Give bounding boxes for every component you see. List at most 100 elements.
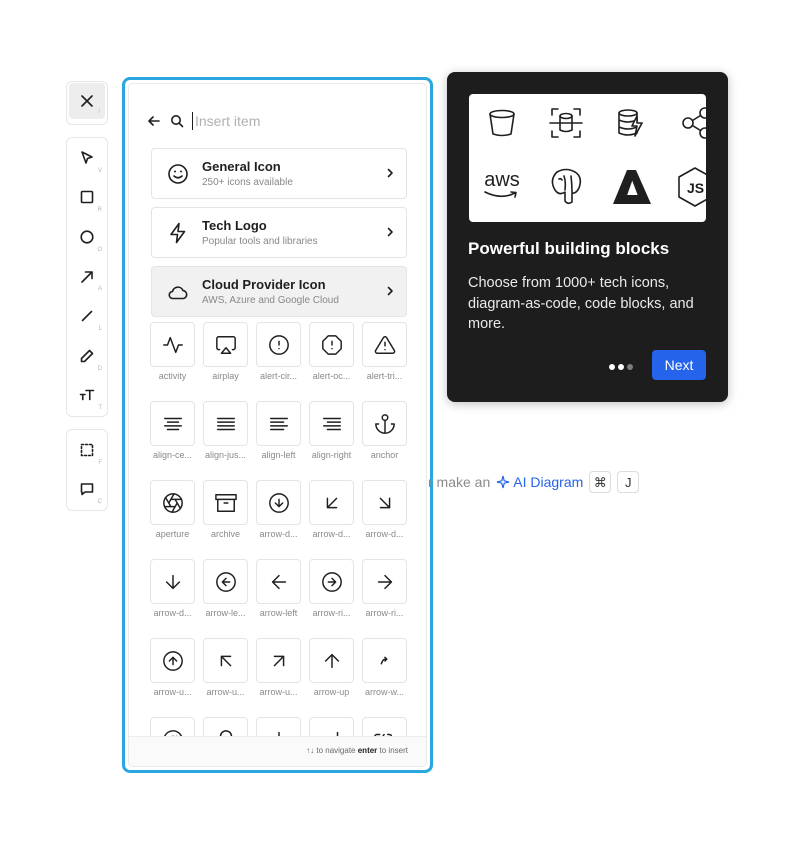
circle-icon [80,230,94,244]
icon-tile[interactable] [203,401,248,446]
arrow-left-circle-icon [215,571,236,592]
icon-tile[interactable] [309,322,354,367]
icon-grid-item[interactable]: alert-tri... [362,322,407,381]
chevron-right-icon [387,168,393,178]
comment-tool-button[interactable]: C [67,470,107,510]
icon-tile[interactable] [203,480,248,525]
icon-tile[interactable] [150,480,195,525]
category-general-icon[interactable]: General Icon 250+ icons available [151,148,407,199]
ellipse-tool-button[interactable]: O [67,217,107,257]
onboarding-title: Powerful building blocks [468,239,670,258]
icon-tile[interactable] [203,559,248,604]
line-tool-button[interactable]: L [67,296,107,336]
icon-label: alert-cir... [259,371,297,381]
icon-tile[interactable] [362,322,407,367]
chevron-right-icon [387,227,393,237]
text-icon [79,390,95,401]
icon-grid-item[interactable]: arrow-u... [150,638,195,697]
icon-tile[interactable] [150,638,195,683]
icon-tile[interactable] [309,559,354,604]
icon-tile[interactable] [256,638,301,683]
icon-tile[interactable] [203,322,248,367]
bucket-icon [489,109,515,137]
category-cloud-provider-icon[interactable]: Cloud Provider Icon AWS, Azure and Googl… [151,266,407,317]
icon-grid-item[interactable]: arrow-up [309,638,354,697]
icon-grid-item[interactable]: arrow-ri... [309,559,354,618]
back-arrow-icon[interactable] [147,114,161,128]
rectangle-tool-button[interactable]: R [67,178,107,218]
icon-label: alert-oc... [312,371,351,381]
category-title: Tech Logo [202,218,267,233]
sparkle-icon [497,475,510,489]
close-icon [81,95,93,107]
icon-tile[interactable] [362,401,407,446]
icon-grid-item[interactable]: anchor [362,401,407,460]
toolbar-close-group: / [66,81,108,125]
text-tool-button[interactable]: T [67,376,107,416]
icon-grid-item[interactable]: airplay [203,322,248,381]
icon-tile[interactable] [362,480,407,525]
icon-tile[interactable] [309,638,354,683]
icon-grid-item[interactable]: arrow-d... [256,480,301,539]
icon-grid-item[interactable]: align-left [256,401,301,460]
icon-grid-item[interactable]: arrow-ri... [362,559,407,618]
icon-grid-item[interactable]: aperture [150,480,195,539]
icon-label: airplay [212,371,239,381]
icon-grid-item[interactable]: activity [150,322,195,381]
icon-grid-item[interactable]: arrow-d... [309,480,354,539]
icon-grid-item[interactable]: alert-cir... [256,322,301,381]
icon-grid-item[interactable]: arrow-w... [362,638,407,697]
icon-grid-item[interactable]: align-right [309,401,354,460]
step-dot [618,364,624,370]
category-text: Cloud Provider Icon AWS, Azure and Googl… [202,277,339,306]
search-input[interactable] [192,112,397,130]
search-icon [171,115,184,128]
icon-tile[interactable] [362,638,407,683]
ai-diagram-link[interactable]: AI Diagram [496,474,583,490]
icon-grid-item[interactable]: arrow-d... [150,559,195,618]
close-tool-button[interactable]: / [69,83,105,119]
onboarding-description: Choose from 1000+ tech icons, diagram-as… [468,275,694,332]
icon-tile[interactable] [256,322,301,367]
icon-grid-item[interactable]: arrow-d... [362,480,407,539]
icon-label: arrow-ri... [312,608,351,618]
icon-grid-item[interactable]: align-jus... [203,401,248,460]
select-tool-button[interactable]: V [67,138,107,178]
icon-grid-item[interactable]: alert-oc... [309,322,354,381]
icon-tile[interactable] [256,401,301,446]
pencil-tool-button[interactable]: D [67,336,107,376]
database-lightning-icon [618,109,643,137]
arrow-tool-button[interactable]: A [67,257,107,297]
category-tech-logo[interactable]: Tech Logo Popular tools and libraries [151,207,407,258]
icon-tile[interactable] [256,559,301,604]
arrow-icon [81,270,93,283]
tool-key: F [98,459,102,466]
icon-tile[interactable] [309,401,354,446]
icon-label: align-ce... [152,450,193,460]
icon-label: arrow-d... [365,529,404,539]
icon-tile[interactable] [150,322,195,367]
icon-tile[interactable] [256,480,301,525]
icon-tile[interactable] [203,638,248,683]
icon-grid-item[interactable]: arrow-le... [203,559,248,618]
lightning-icon [170,222,186,243]
icon-tile[interactable] [150,559,195,604]
icon-grid-item[interactable]: archive [203,480,248,539]
icon-grid-item[interactable]: arrow-left [256,559,301,618]
frame-tool-button[interactable]: F [67,430,107,470]
icon-tile[interactable] [150,401,195,446]
align-right-icon [322,417,341,430]
arrow-up-circle-icon [162,650,183,671]
icon-grid-item[interactable]: arrow-u... [256,638,301,697]
icon-grid-item[interactable]: align-ce... [150,401,195,460]
next-button[interactable]: Next [652,350,706,380]
icon-tile[interactable] [309,480,354,525]
icon-tile[interactable] [362,559,407,604]
tool-key: C [97,499,102,506]
aperture-icon [162,492,183,513]
onboarding-card: aws JS Powerful building blocks Choose f… [447,72,728,402]
tool-key: A [97,286,102,293]
chevron-right-icon [387,286,393,296]
icon-grid-item[interactable]: arrow-u... [203,638,248,697]
arrow-left-icon [271,574,286,589]
